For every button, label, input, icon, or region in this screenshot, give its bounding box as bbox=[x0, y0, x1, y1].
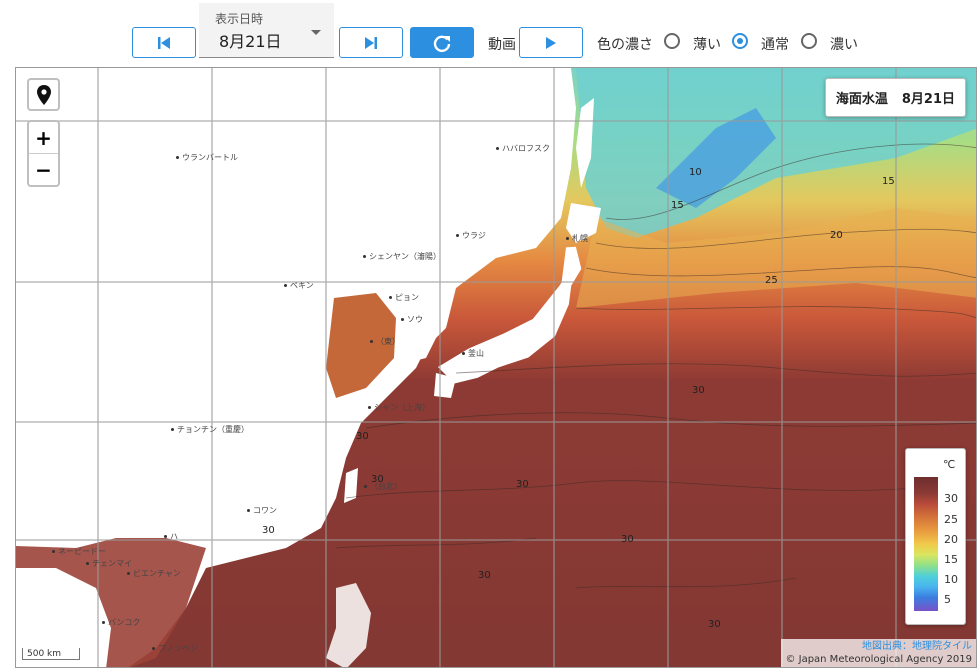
map-pin-icon bbox=[36, 84, 51, 105]
legend-tick: 25 bbox=[944, 513, 958, 526]
legend-tick: 30 bbox=[944, 492, 958, 505]
place-label: バンコク bbox=[102, 617, 140, 628]
skip-forward-icon bbox=[365, 36, 377, 49]
legend-tick: 10 bbox=[944, 573, 958, 586]
skip-back-icon bbox=[158, 36, 170, 49]
contour-label: 20 bbox=[830, 230, 843, 241]
play-button[interactable] bbox=[519, 27, 583, 58]
place-label: ペキン bbox=[284, 280, 314, 291]
place-label: 札幌 bbox=[566, 233, 588, 244]
zoom-in-button[interactable]: + bbox=[29, 122, 58, 154]
sea-temperature-map[interactable]: ウランバートル ハバロフスク ウラジ 札幌 シェンヤン（瀋陽） ペキン ピョン … bbox=[15, 67, 977, 668]
legend-tick: 15 bbox=[944, 553, 958, 566]
map-title: 海面水温 8月21日 bbox=[824, 78, 966, 117]
density-radio-dark[interactable] bbox=[801, 33, 817, 49]
contour-label: 30 bbox=[708, 619, 721, 630]
scale-bar: 500 km bbox=[22, 648, 80, 660]
legend-tick: 20 bbox=[944, 533, 958, 546]
place-label: ピョン bbox=[389, 292, 419, 303]
contour-label: 15 bbox=[882, 176, 895, 187]
density-option-light: 薄い bbox=[693, 37, 721, 53]
density-radio-light[interactable] bbox=[664, 33, 680, 49]
contour-label: 30 bbox=[692, 385, 705, 396]
contour-label: 30 bbox=[478, 570, 491, 581]
location-button[interactable] bbox=[27, 78, 60, 111]
place-label: シェンヤン（瀋陽） bbox=[363, 251, 441, 262]
place-label: 釜山 bbox=[462, 348, 484, 359]
place-label: ハバロフスク bbox=[496, 143, 550, 154]
place-label: チェンマイ bbox=[86, 558, 132, 569]
contour-label: 30 bbox=[621, 534, 634, 545]
contour-label: 10 bbox=[689, 167, 702, 178]
place-label: ウランバートル bbox=[176, 152, 238, 163]
density-option-normal: 通常 bbox=[761, 37, 789, 53]
density-label: 色の濃さ bbox=[597, 37, 653, 53]
place-label: プノンペン bbox=[152, 643, 198, 654]
attribution-source-link[interactable]: 地図出典：地理院タイル bbox=[785, 640, 972, 653]
temperature-legend: ℃ 30 25 20 15 10 5 bbox=[905, 448, 966, 625]
legend-unit: ℃ bbox=[943, 458, 956, 471]
play-icon bbox=[546, 36, 556, 49]
zoom-control: + − bbox=[27, 120, 60, 187]
map-title-main: 海面水温 bbox=[835, 92, 888, 107]
place-label: ハ bbox=[164, 531, 178, 542]
contour-label: 30 bbox=[371, 474, 384, 485]
date-select-value: 8月21日 bbox=[219, 32, 282, 51]
place-label: シャン（上海） bbox=[368, 402, 430, 413]
legend-color-bar bbox=[914, 477, 938, 611]
contour-label: 15 bbox=[671, 200, 684, 211]
date-select[interactable]: 表示日時 8月21日 bbox=[199, 3, 334, 58]
place-label: ネーピードー bbox=[52, 546, 106, 557]
chevron-down-icon bbox=[311, 30, 321, 35]
map-title-date: 8月21日 bbox=[901, 92, 955, 107]
place-label: ウラジ bbox=[456, 230, 486, 241]
place-label: ビエンチャン bbox=[127, 568, 181, 579]
contour-label: 25 bbox=[765, 275, 778, 286]
contour-label: 30 bbox=[356, 431, 369, 442]
density-option-dark: 濃い bbox=[830, 37, 858, 53]
date-select-caption: 表示日時 bbox=[215, 12, 264, 26]
density-radio-normal[interactable] bbox=[732, 33, 748, 49]
place-label: チョンチン（重慶） bbox=[171, 424, 249, 435]
animation-label: 動画 bbox=[488, 37, 516, 53]
first-date-button[interactable] bbox=[132, 27, 196, 58]
contour-label: 30 bbox=[516, 479, 529, 490]
last-date-button[interactable] bbox=[339, 27, 403, 58]
place-label: ソウ bbox=[401, 314, 423, 325]
place-label: （東） bbox=[370, 336, 400, 347]
contour-label: 30 bbox=[262, 525, 275, 536]
refresh-icon bbox=[433, 35, 451, 52]
toolbar: 表示日時 8月21日 動画 色の濃さ 薄い 通常 濃い bbox=[0, 0, 979, 66]
place-label: コワン bbox=[247, 505, 277, 516]
attribution-copyright: © Japan Meteorological Agency 2019 bbox=[785, 654, 972, 665]
zoom-out-button[interactable]: − bbox=[29, 154, 58, 185]
legend-tick: 5 bbox=[944, 593, 951, 606]
map-attribution: 地図出典：地理院タイル © Japan Meteorological Agenc… bbox=[781, 639, 976, 667]
refresh-button[interactable] bbox=[410, 27, 474, 58]
